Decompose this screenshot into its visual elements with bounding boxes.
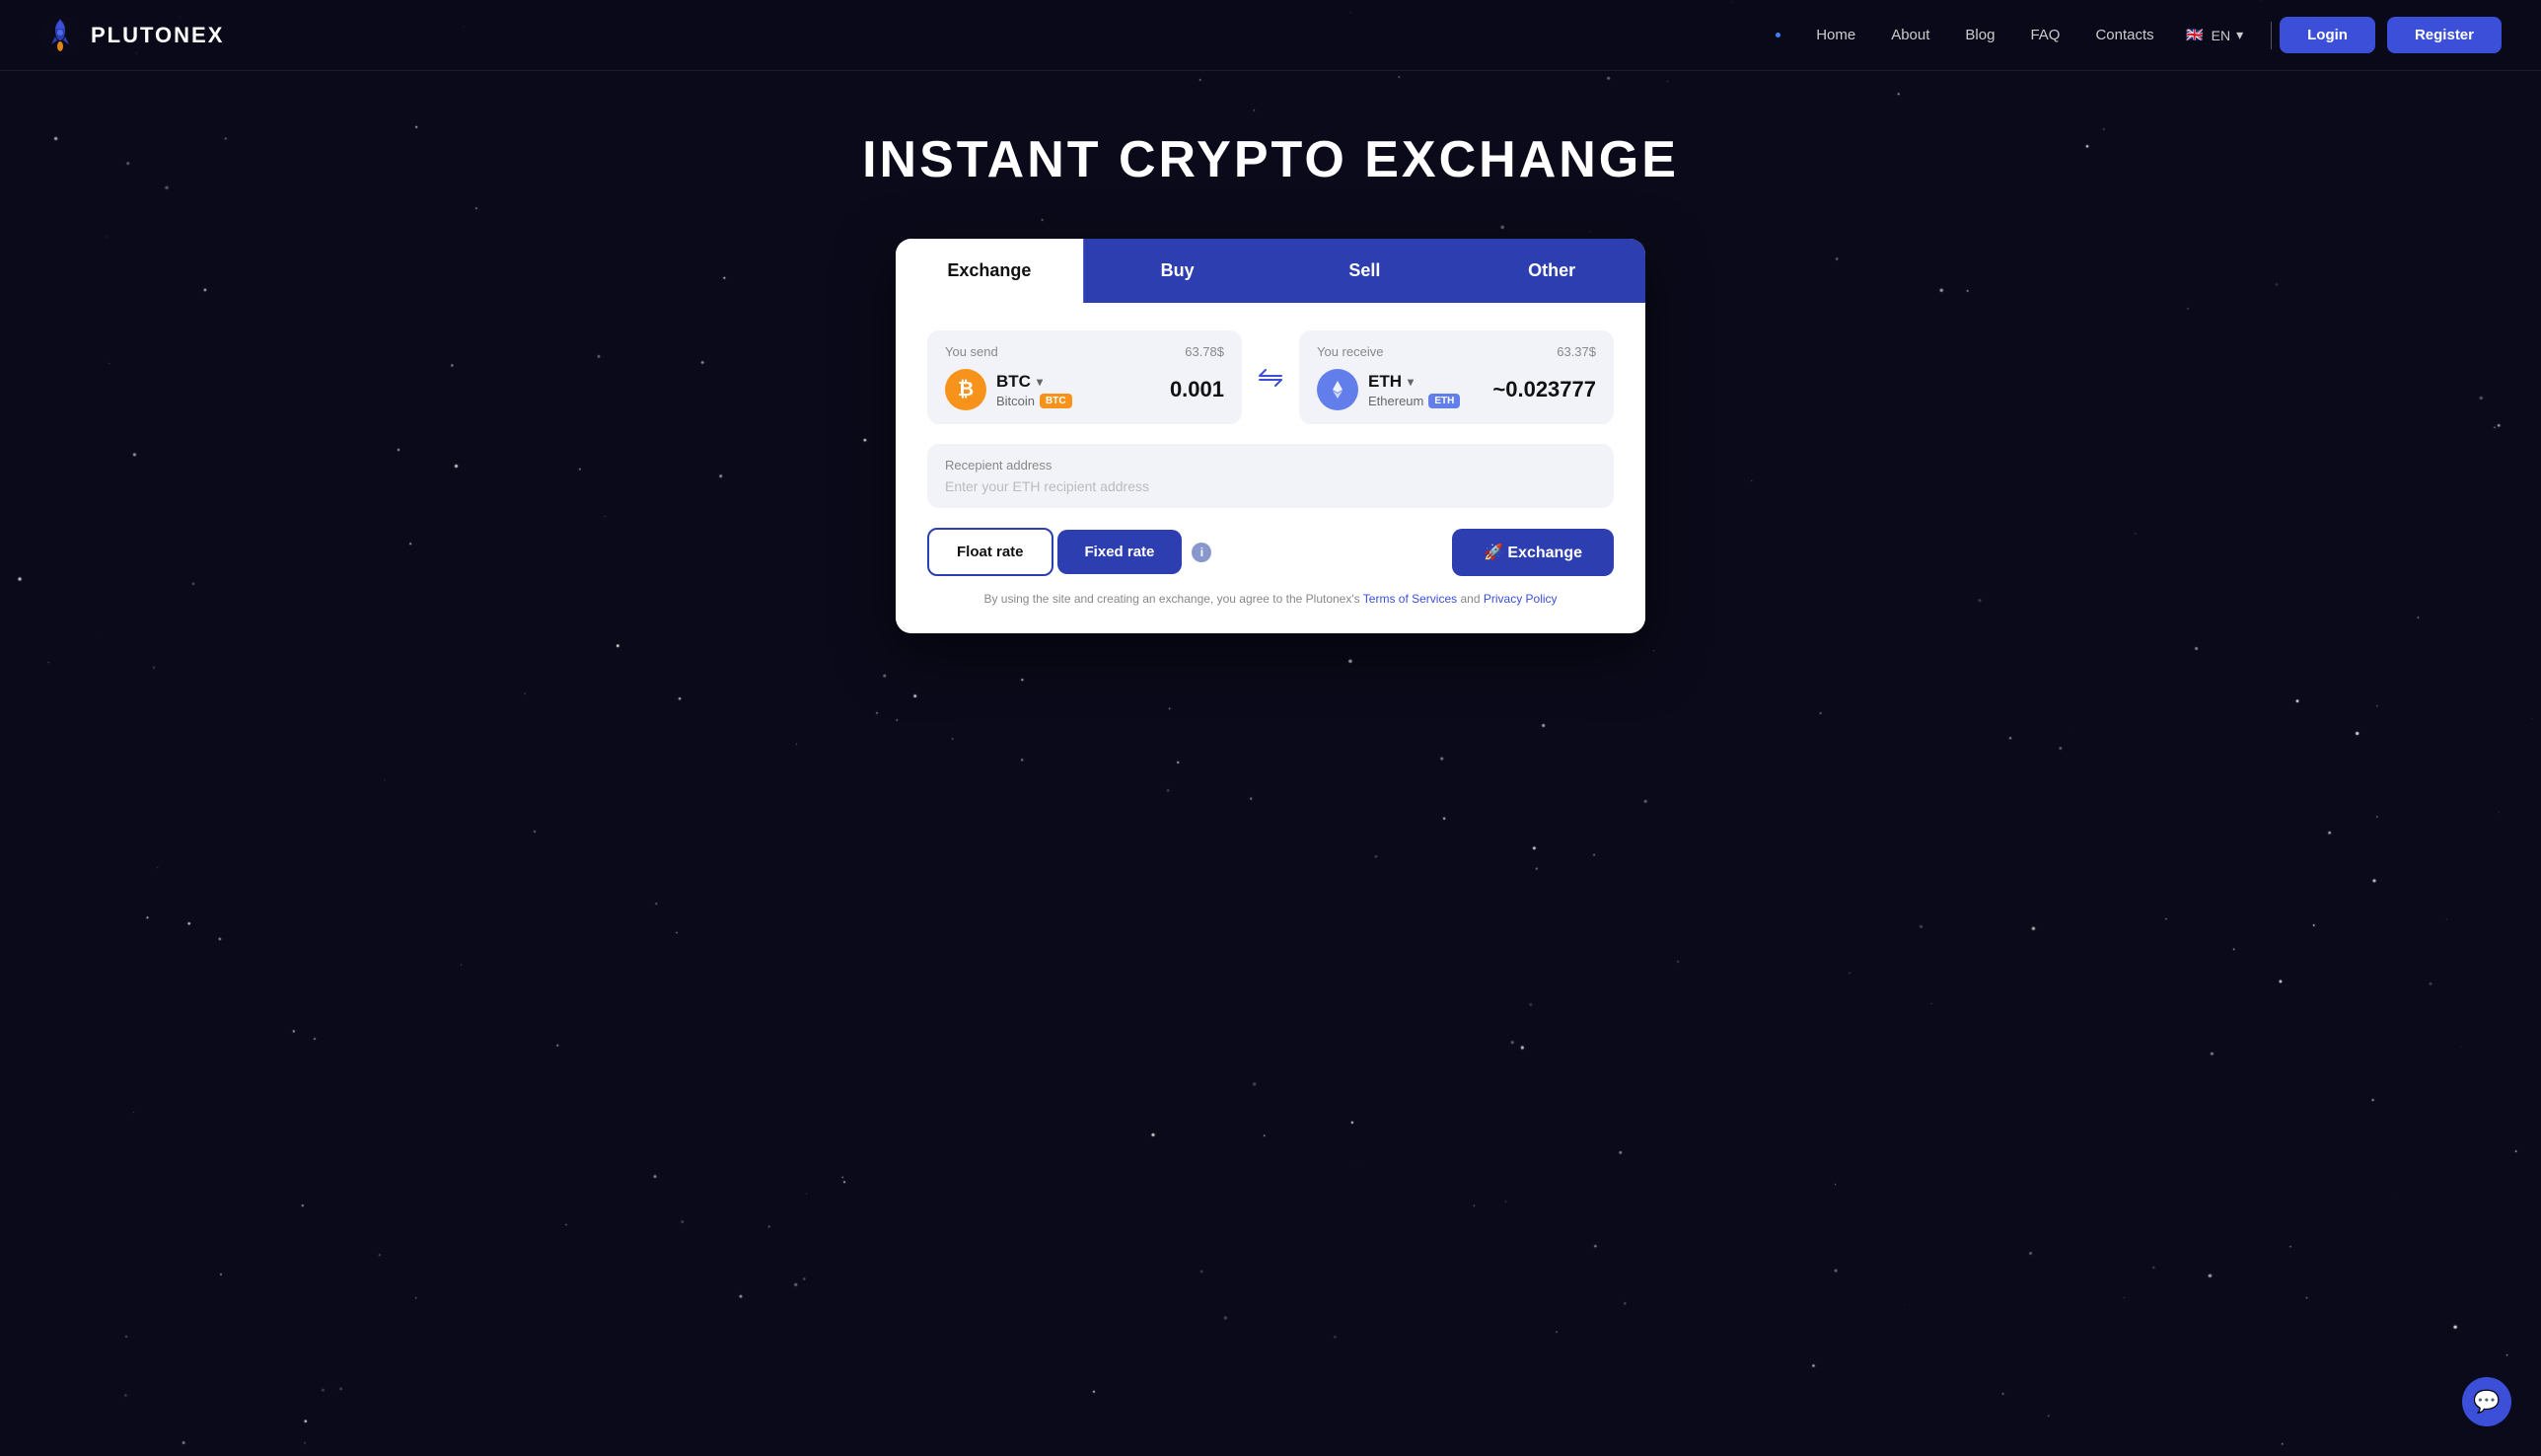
send-coin-symbol: BTC (996, 372, 1031, 392)
nav-links: Home About Blog FAQ Contacts (1776, 27, 2153, 43)
nav-home[interactable]: Home (1816, 27, 1855, 43)
rate-section: Float rate Fixed rate i 🚀 Exchange (927, 528, 1614, 576)
rate-buttons: Float rate Fixed rate i (927, 528, 1211, 576)
btc-icon: ₿ (945, 369, 986, 410)
lang-chevron-icon: ▾ (2236, 27, 2243, 43)
receive-value[interactable]: ~0.023777 (1492, 377, 1596, 402)
exchange-card: Exchange Buy Sell Other You send 63.78$ … (896, 239, 1645, 633)
nav-faq[interactable]: FAQ (2030, 27, 2060, 43)
send-label-row: You send 63.78$ (945, 344, 1224, 359)
receive-coin-info: ETH ▾ Ethereum ETH (1368, 372, 1460, 408)
address-box[interactable]: Recepient address Enter your ETH recipie… (927, 444, 1614, 508)
receive-coin-selector[interactable]: ETH ▾ Ethereum ETH (1317, 369, 1460, 410)
flag-icon: 🇬🇧 (2184, 25, 2206, 46)
exchange-fields: You send 63.78$ ₿ BTC ▾ (927, 330, 1614, 424)
tabs: Exchange Buy Sell Other (896, 239, 1645, 303)
card-body: You send 63.78$ ₿ BTC ▾ (896, 303, 1645, 633)
receive-coin-full: Ethereum (1368, 394, 1423, 408)
send-coin-full-row: Bitcoin BTC (996, 394, 1072, 408)
send-label: You send (945, 344, 998, 359)
send-coin-name-row: BTC ▾ (996, 372, 1072, 392)
send-coin-full: Bitcoin (996, 394, 1035, 408)
nav-buttons: Login Register (2280, 17, 2502, 53)
register-button[interactable]: Register (2387, 17, 2502, 53)
receive-coin-chevron-icon: ▾ (1408, 375, 1414, 389)
terms-text: By using the site and creating an exchan… (927, 592, 1614, 606)
receive-coin-full-row: Ethereum ETH (1368, 394, 1460, 408)
exchange-button[interactable]: 🚀 Exchange (1452, 529, 1614, 576)
send-coin-selector[interactable]: ₿ BTC ▾ Bitcoin BTC (945, 369, 1072, 410)
lang-label: EN (2212, 28, 2230, 43)
rate-info-icon[interactable]: i (1192, 543, 1211, 562)
hero-title: INSTANT CRYPTO EXCHANGE (862, 130, 1679, 189)
send-field: You send 63.78$ ₿ BTC ▾ (927, 330, 1242, 424)
fixed-rate-button[interactable]: Fixed rate (1057, 530, 1183, 574)
receive-amount-label: 63.37$ (1557, 344, 1596, 359)
eth-icon (1317, 369, 1358, 410)
main-content: INSTANT CRYPTO EXCHANGE Exchange Buy Sel… (0, 71, 2541, 633)
address-label: Recepient address (945, 458, 1596, 473)
float-rate-button[interactable]: Float rate (927, 528, 1053, 576)
receive-coin-symbol: ETH (1368, 372, 1402, 392)
login-button[interactable]: Login (2280, 17, 2375, 53)
terms-and: and (1460, 592, 1480, 606)
tab-buy[interactable]: Buy (1083, 239, 1271, 303)
navbar: PLUTONEX Home About Blog FAQ Contacts 🇬🇧… (0, 0, 2541, 71)
logo-icon (39, 15, 81, 56)
nav-about[interactable]: About (1891, 27, 1929, 43)
send-coin-row: ₿ BTC ▾ Bitcoin BTC (945, 369, 1224, 410)
nav-dot-icon (1776, 33, 1780, 37)
nav-divider (2271, 22, 2272, 49)
chat-button[interactable]: 💬 (2462, 1377, 2511, 1426)
lang-selector[interactable]: 🇬🇧 EN ▾ (2184, 25, 2243, 46)
send-coin-chevron-icon: ▾ (1037, 375, 1043, 389)
send-value[interactable]: 0.001 (1170, 377, 1224, 402)
privacy-policy-link[interactable]: Privacy Policy (1484, 592, 1558, 606)
receive-coin-row: ETH ▾ Ethereum ETH ~0.023777 (1317, 369, 1596, 410)
terms-before: By using the site and creating an exchan… (983, 592, 1359, 606)
swap-icon[interactable] (1254, 361, 1287, 395)
tab-exchange[interactable]: Exchange (896, 239, 1083, 303)
receive-label: You receive (1317, 344, 1383, 359)
send-coin-badge: BTC (1040, 394, 1072, 408)
receive-label-row: You receive 63.37$ (1317, 344, 1596, 359)
terms-of-service-link[interactable]: Terms of Services (1363, 592, 1457, 606)
receive-field: You receive 63.37$ (1299, 330, 1614, 424)
send-amount-label: 63.78$ (1185, 344, 1224, 359)
chat-icon: 💬 (2473, 1389, 2500, 1415)
receive-coin-name-row: ETH ▾ (1368, 372, 1460, 392)
nav-contacts[interactable]: Contacts (2095, 27, 2153, 43)
send-coin-info: BTC ▾ Bitcoin BTC (996, 372, 1072, 408)
logo-text: PLUTONEX (91, 23, 224, 48)
tab-other[interactable]: Other (1458, 239, 1645, 303)
address-placeholder: Enter your ETH recipient address (945, 478, 1596, 494)
receive-coin-badge: ETH (1428, 394, 1460, 408)
tab-sell[interactable]: Sell (1271, 239, 1459, 303)
logo[interactable]: PLUTONEX (39, 15, 224, 56)
nav-blog[interactable]: Blog (1965, 27, 1995, 43)
